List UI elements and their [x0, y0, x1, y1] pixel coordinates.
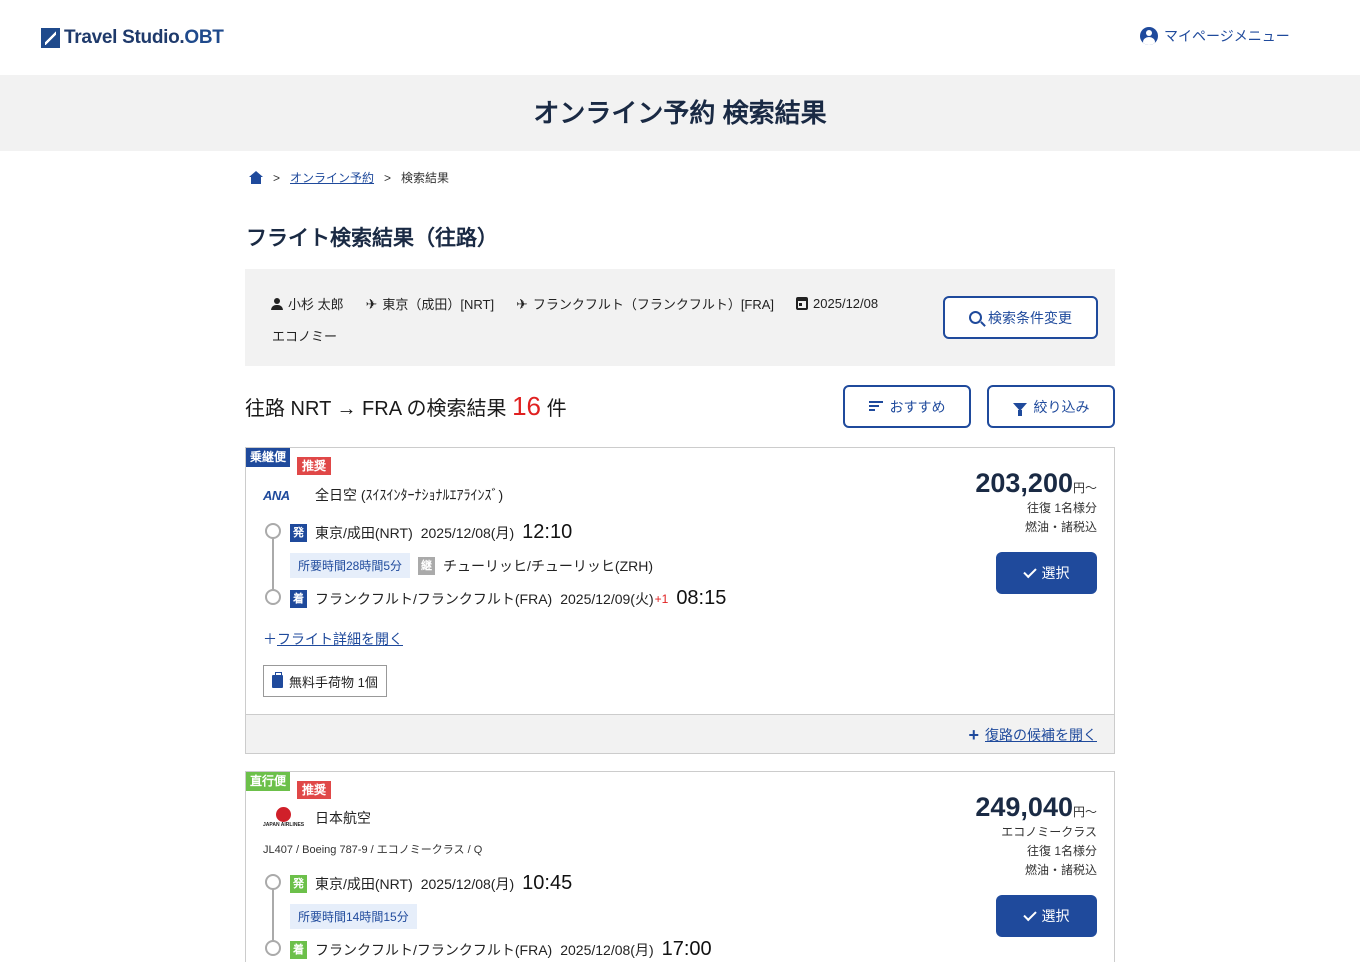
result-count: 16 [512, 391, 541, 421]
logo-suffix: OBT [184, 27, 224, 48]
arrival-badge: 着 [290, 589, 307, 608]
price-block: 249,040円～ エコノミークラス 往復 1名様分 燃油・諸税込 [975, 792, 1097, 880]
departure-badge: 発 [290, 523, 307, 542]
search-summary: 小杉 太郎 ✈ 東京（成田）[NRT] ✈ フランクフルト（フランクフルト）[F… [245, 269, 1115, 366]
flight-detail-link[interactable]: ＋フライト詳細を開く [263, 629, 403, 649]
departure-badge: 発 [290, 874, 307, 893]
takeoff-icon: ✈ [365, 295, 378, 312]
summary-departure: ✈ 東京（成田）[NRT] [365, 295, 495, 313]
select-button[interactable]: 選択 [996, 552, 1097, 594]
next-day-indicator: +1 [654, 591, 669, 606]
connecting-flight-tag: 乗継便 [246, 448, 291, 467]
logo-text: Travel Studio [64, 27, 180, 48]
arrival-row: 着 フランクフルト/フランクフルト(FRA) 2025/12/08(月) 17:… [290, 938, 712, 961]
via-badge: 継 [418, 556, 436, 575]
price-note-class: エコノミークラス [1001, 825, 1097, 839]
breadcrumb-separator: > [384, 170, 392, 185]
mypage-menu-label: マイページメニュー [1164, 28, 1290, 44]
arrival-time: 08:15 [676, 587, 727, 609]
site-header: Travel Studio.OBT マイページメニュー [0, 0, 1360, 75]
filter-icon [1012, 402, 1027, 416]
select-button[interactable]: 選択 [996, 895, 1097, 937]
plus-icon: + [968, 725, 979, 745]
recommended-tag: 推奨 [297, 781, 332, 799]
baggage-allowance: 無料手荷物 1個 [263, 665, 387, 697]
breadcrumb: > オンライン予約 > 検索結果 [249, 169, 449, 186]
price-value: 249,040 [975, 792, 1073, 822]
sort-icon [868, 401, 883, 412]
price-note-tax: 燃油・諸税込 [1024, 520, 1097, 534]
section-title: フライト検索結果（往路） [246, 227, 498, 250]
duration-badge: 所要時間28時間5分 [290, 553, 411, 578]
mypage-menu-link[interactable]: マイページメニュー [1140, 26, 1290, 46]
price-note-tax: 燃油・諸税込 [1024, 863, 1097, 877]
airline-name: 日本航空 [315, 810, 371, 826]
site-logo[interactable]: Travel Studio.OBT [41, 27, 224, 49]
departure-row: 発 東京/成田(NRT) 2025/12/08(月) 10:45 [290, 872, 572, 895]
home-icon[interactable] [249, 171, 263, 184]
title-band: オンライン予約 検索結果 [0, 75, 1360, 151]
result-count-heading: 往路 NRT → FRA の検索結果 16 件 [245, 391, 567, 421]
breadcrumb-separator: > [273, 170, 281, 185]
breadcrumb-link-online-booking[interactable]: オンライン予約 [290, 169, 374, 186]
person-icon [271, 297, 283, 310]
departure-time: 12:10 [522, 521, 573, 543]
calendar-icon [796, 297, 809, 310]
via-place: チューリッヒ/チューリッヒ(ZRH) [443, 557, 654, 574]
jal-logo [263, 807, 305, 829]
ana-logo: ANA [263, 487, 290, 503]
search-icon [969, 311, 982, 324]
recommended-tag: 推奨 [297, 457, 332, 475]
return-options-link[interactable]: + 復路の候補を開く [968, 725, 1097, 745]
check-icon [1022, 564, 1037, 578]
flight-card: 直行便 推奨 日本航空 JL407 / Boeing 787-9 / エコノミー… [245, 771, 1115, 962]
duration-badge: 所要時間14時間15分 [290, 904, 417, 929]
filter-button[interactable]: 絞り込み [987, 385, 1115, 428]
departure-time: 10:45 [522, 872, 573, 894]
airline-info: ANA 全日空 (ｽｲｽｲﾝﾀｰﾅｼｮﾅﾙｴｱﾗｲﾝｽﾞ) [263, 485, 503, 505]
sort-button[interactable]: おすすめ [843, 385, 971, 428]
airline-name: 全日空 (ｽｲｽｲﾝﾀｰﾅｼｮﾅﾙｴｱﾗｲﾝｽﾞ) [315, 487, 504, 503]
via-row: 所要時間28時間5分 継 チューリッヒ/チューリッヒ(ZRH) [290, 553, 653, 578]
airline-info: 日本航空 [263, 807, 371, 829]
arrival-time: 17:00 [661, 938, 712, 960]
summary-date: 2025/12/08 [796, 296, 878, 311]
price-value: 203,200 [975, 468, 1073, 498]
arrival-row: 着 フランクフルト/フランクフルト(FRA) 2025/12/09(火) +1 … [290, 587, 726, 610]
modify-search-button[interactable]: 検索条件変更 [943, 296, 1098, 339]
arrival-badge: 着 [290, 940, 307, 959]
summary-arrival: ✈ フランクフルト（フランクフルト）[FRA] [516, 295, 775, 313]
summary-cabin: エコノミー [272, 329, 338, 344]
logo-mark-icon [41, 28, 60, 48]
page-title: オンライン予約 検索結果 [533, 98, 827, 128]
card-footer: + 復路の候補を開く [246, 714, 1114, 753]
landing-icon: ✈ [516, 295, 528, 312]
price-block: 203,200円～ 往復 1名様分 燃油・諸税込 [975, 468, 1097, 537]
breadcrumb-current: 検索結果 [401, 171, 450, 185]
flight-meta: JL407 / Boeing 787-9 / エコノミークラス / Q [263, 844, 483, 856]
check-icon [1022, 907, 1037, 921]
baggage-icon [272, 671, 283, 688]
summary-traveler: 小杉 太郎 [271, 294, 344, 313]
departure-row: 発 東京/成田(NRT) 2025/12/08(月) 12:10 [290, 521, 572, 544]
direct-flight-tag: 直行便 [246, 772, 291, 791]
flight-card: 乗継便 推奨 ANA 全日空 (ｽｲｽｲﾝﾀｰﾅｼｮﾅﾙｴｱﾗｲﾝｽﾞ) 発 東… [245, 447, 1115, 754]
price-note-trip: 往復 1名様分 [1026, 844, 1097, 858]
price-note-trip: 往復 1名様分 [1026, 501, 1097, 515]
user-circle-icon [1140, 27, 1158, 45]
duration-row: 所要時間14時間15分 [290, 904, 417, 929]
